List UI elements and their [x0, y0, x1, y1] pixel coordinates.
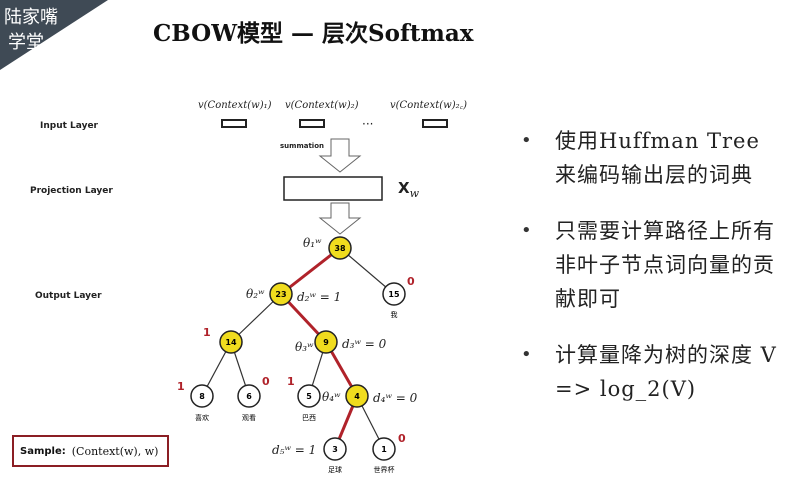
huffman-codes: 0 1 1 0 1 0 — [177, 275, 415, 445]
context-vector-2-box — [299, 119, 325, 128]
tree-node-value: 9 — [323, 338, 329, 347]
theta-3-label: θ₃ʷ — [295, 340, 314, 354]
cbow-diagram: Input Layer Projection Layer Output Laye… — [30, 100, 467, 474]
context-vector-1-box — [221, 119, 247, 128]
code-1: 1 — [287, 375, 295, 388]
tree-leaf-word: 巴西 — [302, 414, 316, 422]
context-ellipsis: ··· — [362, 117, 373, 131]
tree-node-value: 8 — [199, 392, 205, 401]
tree-node: 14 — [219, 330, 243, 354]
tree-node-value: 3 — [332, 445, 338, 454]
context-vector-2c-label: v(Context(w)₂꜀) — [390, 100, 467, 111]
code-0: 0 — [262, 375, 270, 388]
sample-label: Sample: — [20, 445, 66, 457]
slide: 陆家嘴 学堂 CBOW模型 — 层次Softmax Input Layer Pr… — [0, 0, 788, 490]
tree-node: 9 — [314, 330, 338, 354]
tree-node-value: 23 — [275, 290, 286, 299]
tree-node: 15 我 — [382, 282, 406, 319]
tree-leaf-word: 世界杯 — [374, 465, 395, 474]
sample-box: Sample: (Context(w), w) — [12, 435, 169, 467]
tree-leaf-word: 观看 — [242, 414, 256, 422]
summation-arrow — [318, 138, 362, 173]
tree-leaf-word: 足球 — [328, 465, 342, 474]
projection-output-arrow — [318, 202, 362, 235]
theta-2-label: θ₂ʷ — [246, 287, 265, 301]
tree-node-value: 4 — [354, 392, 360, 401]
summation-label: summation — [280, 142, 324, 150]
d-4-label: d₄ʷ = 0 — [373, 391, 418, 405]
sample-value: (Context(w), w) — [71, 444, 159, 458]
tree-node: 4 — [345, 384, 369, 408]
projection-layer-label: Projection Layer — [30, 186, 113, 196]
tree-node-value: 14 — [225, 338, 237, 347]
projection-vector-label: Xw — [398, 179, 420, 200]
theta-1-label: θ₁ʷ — [303, 236, 322, 250]
input-layer-label: Input Layer — [40, 121, 99, 131]
projection-box — [283, 176, 383, 201]
code-1: 1 — [203, 326, 211, 339]
code-0: 0 — [398, 432, 406, 445]
code-1: 1 — [177, 380, 185, 393]
tree-leaf-word: 喜欢 — [195, 413, 209, 422]
bullet-list: 使用Huffman Tree来编码输出层的词典 只需要计算路径上所有非叶子节点词… — [517, 124, 779, 428]
tree-node: 5 巴西 — [297, 384, 321, 422]
d-2-label: d₂ʷ = 1 — [297, 290, 341, 304]
output-layer-label: Output Layer — [35, 291, 102, 301]
theta-4-label: θ₄ʷ — [322, 390, 341, 404]
tree-node-value: 1 — [381, 445, 387, 454]
tree-node-value: 38 — [334, 244, 346, 253]
tree-node: 38 — [328, 236, 352, 260]
context-vector-2c-box — [422, 119, 448, 128]
tree-node-value: 15 — [388, 290, 400, 299]
d-3-label: d₃ʷ = 0 — [342, 337, 387, 351]
tree-node: 6 观看 — [237, 384, 261, 422]
tree-node: 23 — [269, 282, 293, 306]
tree-leaf-word: 我 — [391, 310, 398, 319]
tree-node-value: 6 — [246, 392, 252, 401]
tree-node: 3 足球 — [323, 437, 347, 474]
bullet-item: 只需要计算路径上所有非叶子节点词向量的贡献即可 — [517, 214, 779, 316]
tree-node-value: 5 — [306, 392, 312, 401]
tree-node: 1 世界杯 — [372, 437, 396, 474]
context-vector-2-label: v(Context(w)₂) — [285, 100, 359, 111]
context-vector-1-label: v(Context(w)₁) — [198, 100, 272, 111]
d-5-label: d₅ʷ = 1 — [272, 443, 316, 457]
bullet-item: 使用Huffman Tree来编码输出层的词典 — [517, 124, 779, 192]
bullet-item: 计算量降为树的深度 V => log_2(V) — [517, 338, 779, 406]
code-0: 0 — [407, 275, 415, 288]
tree-node: 8 喜欢 — [190, 384, 214, 422]
